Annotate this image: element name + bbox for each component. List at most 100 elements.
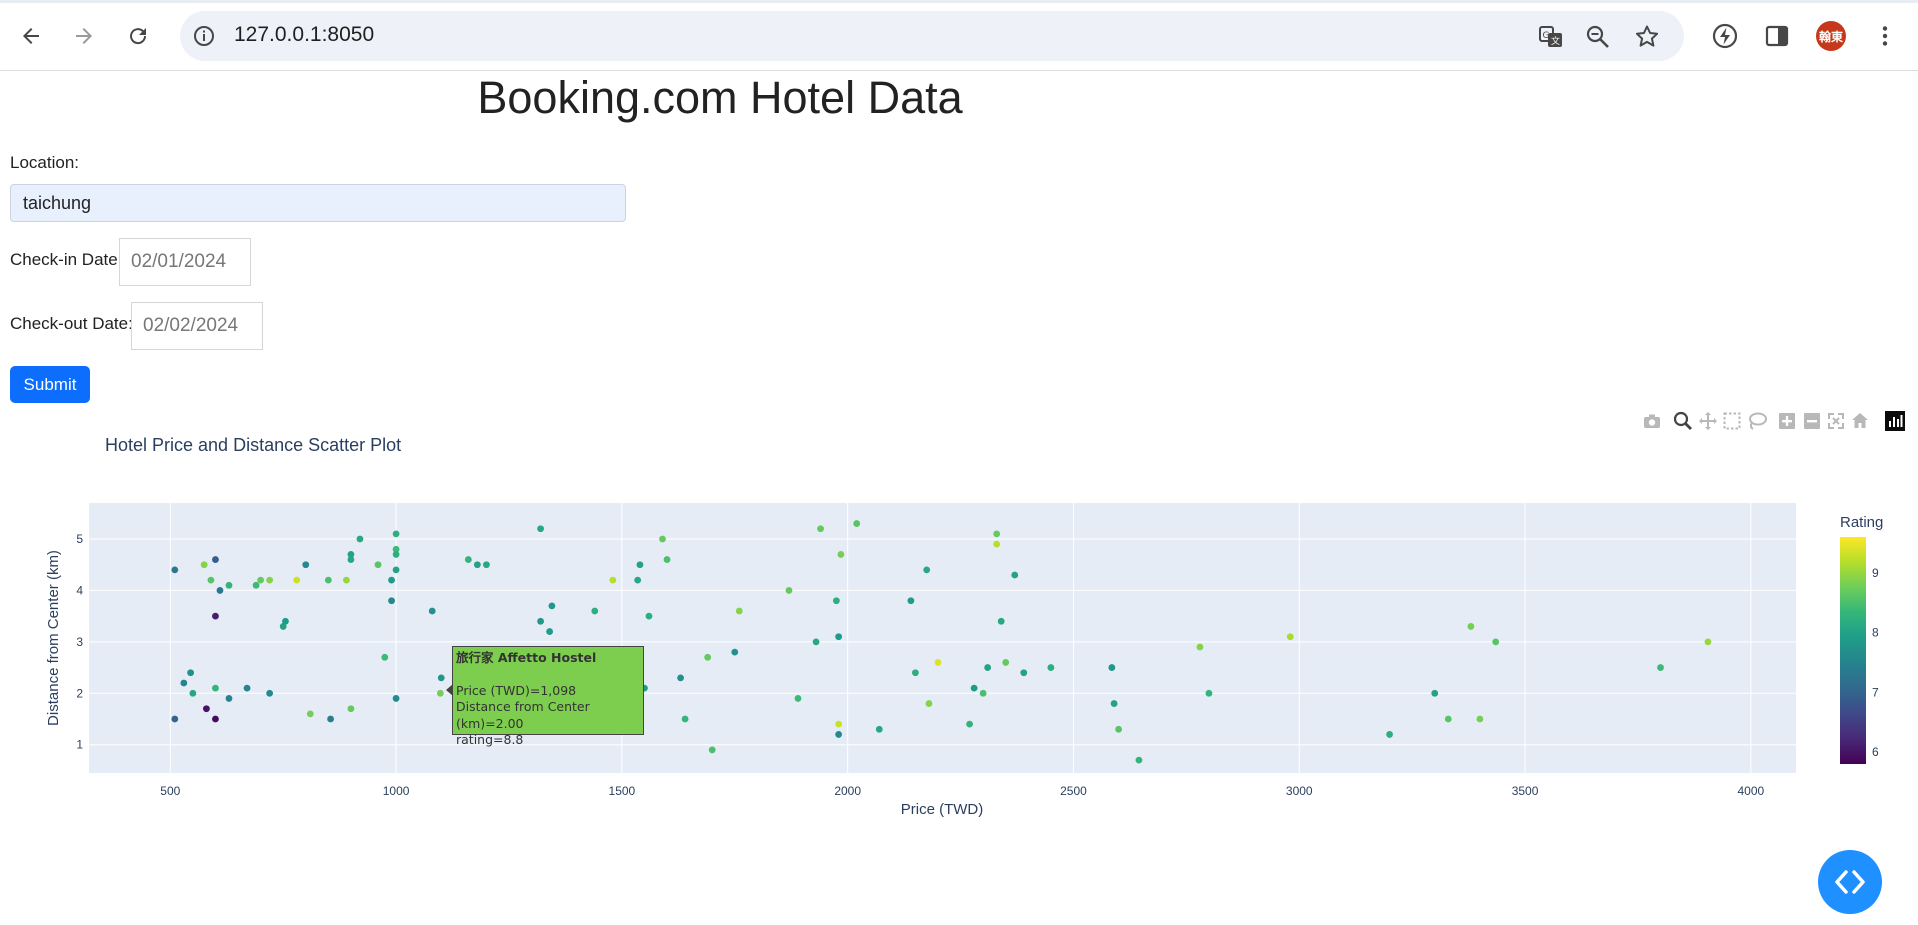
- data-point[interactable]: [381, 653, 389, 661]
- data-point[interactable]: [392, 530, 400, 538]
- data-point[interactable]: [374, 561, 382, 569]
- data-point[interactable]: [912, 669, 919, 677]
- data-point[interactable]: [1020, 669, 1028, 677]
- data-point[interactable]: [207, 576, 215, 584]
- data-point[interactable]: [257, 576, 265, 584]
- data-point[interactable]: [1444, 715, 1452, 723]
- data-point[interactable]: [832, 597, 840, 605]
- data-point[interactable]: [347, 705, 355, 713]
- data-point[interactable]: [437, 674, 445, 682]
- data-point[interactable]: [1386, 731, 1393, 738]
- data-point[interactable]: [794, 695, 802, 702]
- data-point[interactable]: [537, 617, 544, 625]
- data-point[interactable]: [837, 551, 845, 558]
- data-point[interactable]: [875, 725, 883, 733]
- data-point[interactable]: [1205, 689, 1213, 697]
- data-point[interactable]: [473, 561, 481, 569]
- data-point[interactable]: [266, 689, 274, 697]
- data-point[interactable]: [343, 576, 350, 584]
- data-point[interactable]: [203, 705, 210, 713]
- data-point[interactable]: [1135, 756, 1143, 764]
- data-point[interactable]: [591, 607, 599, 615]
- data-point[interactable]: [282, 617, 289, 625]
- data-point[interactable]: [216, 587, 224, 594]
- data-point[interactable]: [392, 566, 400, 574]
- data-point[interactable]: [388, 597, 395, 605]
- data-point[interactable]: [548, 602, 556, 610]
- data-point[interactable]: [853, 520, 861, 527]
- data-point[interactable]: [482, 561, 490, 569]
- data-point[interactable]: [546, 628, 554, 635]
- data-point[interactable]: [609, 576, 617, 584]
- data-point[interactable]: [1657, 664, 1664, 671]
- data-point[interactable]: [681, 715, 689, 723]
- data-point[interactable]: [934, 659, 942, 666]
- data-point[interactable]: [212, 715, 219, 723]
- data-point[interactable]: [704, 653, 712, 661]
- data-point[interactable]: [200, 561, 208, 569]
- data-point[interactable]: [634, 576, 642, 584]
- data-point[interactable]: [327, 715, 334, 723]
- data-point[interactable]: [645, 612, 653, 620]
- data-point[interactable]: [436, 689, 444, 697]
- data-point[interactable]: [302, 561, 310, 569]
- data-point[interactable]: [212, 556, 219, 563]
- data-point[interactable]: [817, 525, 824, 533]
- data-point[interactable]: [835, 633, 843, 641]
- data-point[interactable]: [997, 617, 1005, 625]
- data-point[interactable]: [663, 556, 671, 563]
- data-point[interactable]: [1492, 638, 1500, 646]
- data-point[interactable]: [187, 669, 195, 677]
- data-point[interactable]: [1047, 664, 1055, 671]
- data-point[interactable]: [925, 700, 933, 707]
- data-point[interactable]: [993, 530, 1001, 538]
- data-point[interactable]: [212, 684, 219, 692]
- data-point[interactable]: [735, 607, 743, 615]
- data-point[interactable]: [1108, 664, 1116, 671]
- data-point[interactable]: [392, 695, 400, 702]
- data-point[interactable]: [1286, 633, 1294, 641]
- data-point[interactable]: [388, 576, 395, 584]
- data-point[interactable]: [708, 746, 716, 754]
- data-point[interactable]: [324, 576, 332, 584]
- data-point[interactable]: [835, 720, 843, 728]
- data-point[interactable]: [1196, 643, 1204, 651]
- data-point[interactable]: [812, 638, 820, 646]
- data-point[interactable]: [392, 551, 400, 558]
- data-point[interactable]: [923, 566, 931, 574]
- data-point[interactable]: [266, 576, 274, 584]
- data-point[interactable]: [180, 679, 188, 687]
- data-point[interactable]: [171, 566, 179, 574]
- data-point[interactable]: [537, 525, 544, 533]
- data-point[interactable]: [970, 684, 978, 692]
- data-point[interactable]: [189, 689, 197, 697]
- scatter-plot[interactable]: 500 1000 1500 2000 2500 3000 3500 4000 1 2 3 4 5 Pri…: [0, 0, 1918, 925]
- dash-debug-button[interactable]: [1818, 850, 1882, 914]
- data-point[interactable]: [1110, 700, 1118, 707]
- data-point[interactable]: [993, 540, 1001, 548]
- data-point[interactable]: [731, 648, 739, 656]
- data-point[interactable]: [1431, 689, 1439, 697]
- data-point[interactable]: [243, 684, 251, 692]
- data-point[interactable]: [306, 710, 314, 718]
- data-point[interactable]: [1115, 725, 1123, 733]
- data-point[interactable]: [212, 612, 219, 620]
- data-point[interactable]: [659, 535, 666, 543]
- data-point[interactable]: [835, 731, 843, 738]
- data-point[interactable]: [252, 581, 260, 589]
- data-point[interactable]: [293, 576, 301, 584]
- data-point[interactable]: [1002, 659, 1010, 666]
- data-point[interactable]: [966, 720, 973, 728]
- data-point[interactable]: [979, 689, 987, 697]
- data-point[interactable]: [1011, 571, 1019, 579]
- data-point[interactable]: [428, 607, 436, 615]
- data-point[interactable]: [907, 597, 915, 605]
- data-point[interactable]: [785, 587, 793, 594]
- data-point[interactable]: [984, 664, 992, 671]
- data-point[interactable]: [464, 556, 472, 563]
- data-point[interactable]: [1476, 715, 1484, 723]
- data-point[interactable]: [677, 674, 684, 682]
- data-point[interactable]: [347, 556, 355, 563]
- data-point[interactable]: [171, 715, 179, 723]
- data-point[interactable]: [225, 695, 233, 702]
